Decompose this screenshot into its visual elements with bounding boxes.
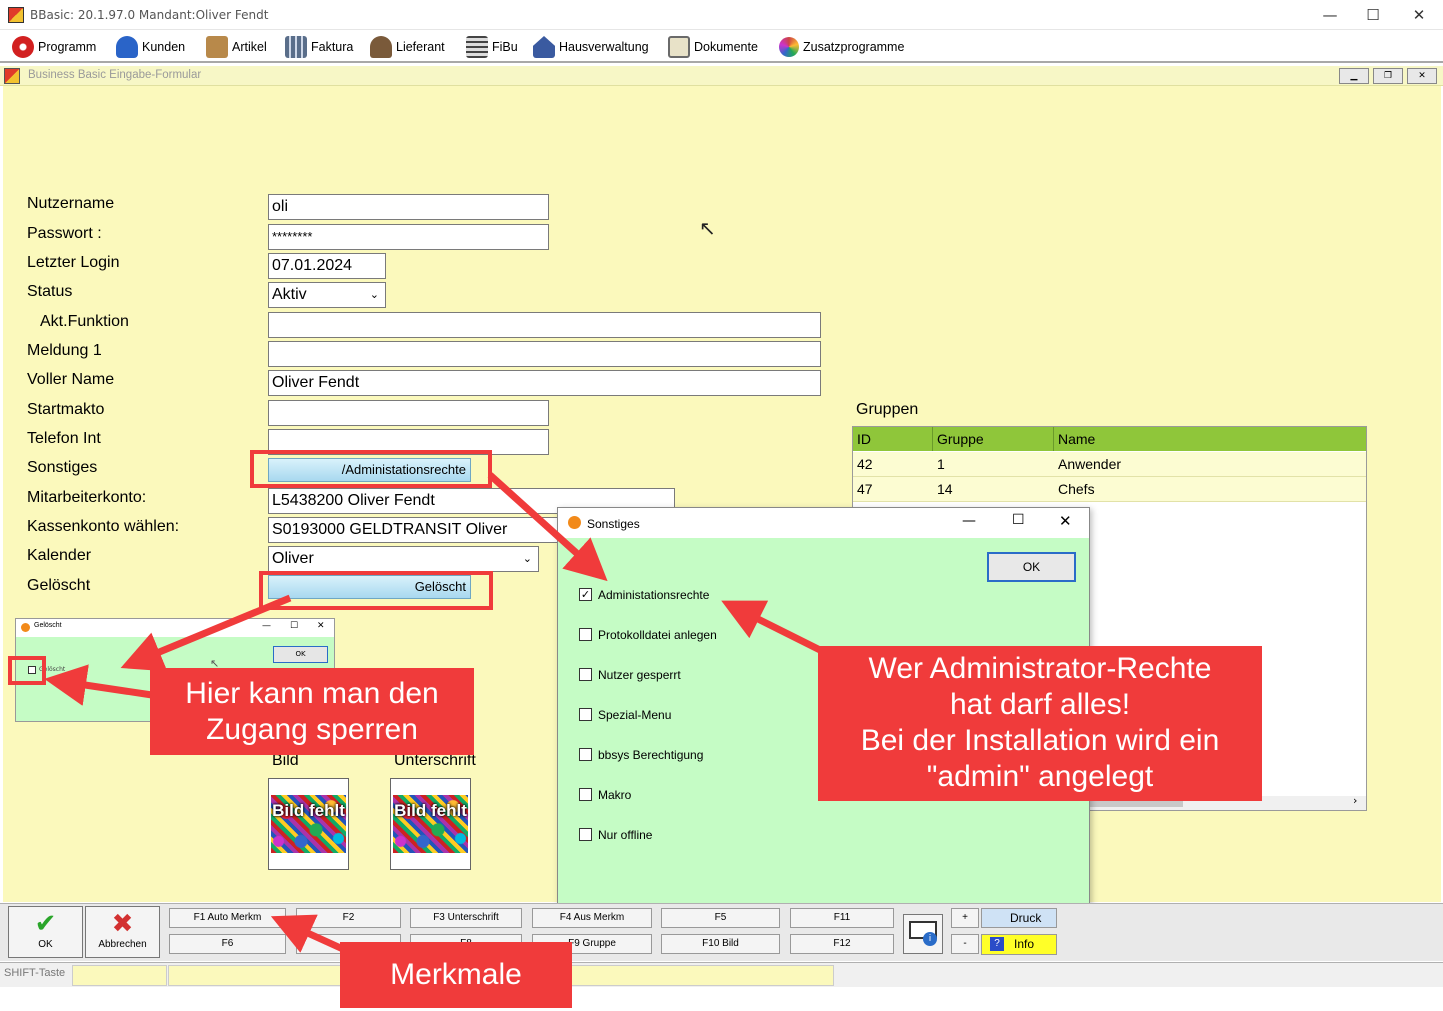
arrow-sperren [44, 664, 153, 706]
arrow-geloescht [120, 594, 292, 672]
arrow-sonstiges [487, 472, 608, 582]
callout-admin: Wer Administrator-Rechte hat darf alles!… [818, 646, 1262, 801]
callout-sperren: Hier kann man den Zugang sperren [150, 668, 474, 755]
arrow-merkmale [270, 914, 347, 954]
cursor-icon: ↖ [699, 216, 716, 240]
arrow-admin [721, 600, 822, 654]
callout-merkmale: Merkmale [340, 942, 572, 1008]
annotation-arrows [44, 472, 822, 954]
